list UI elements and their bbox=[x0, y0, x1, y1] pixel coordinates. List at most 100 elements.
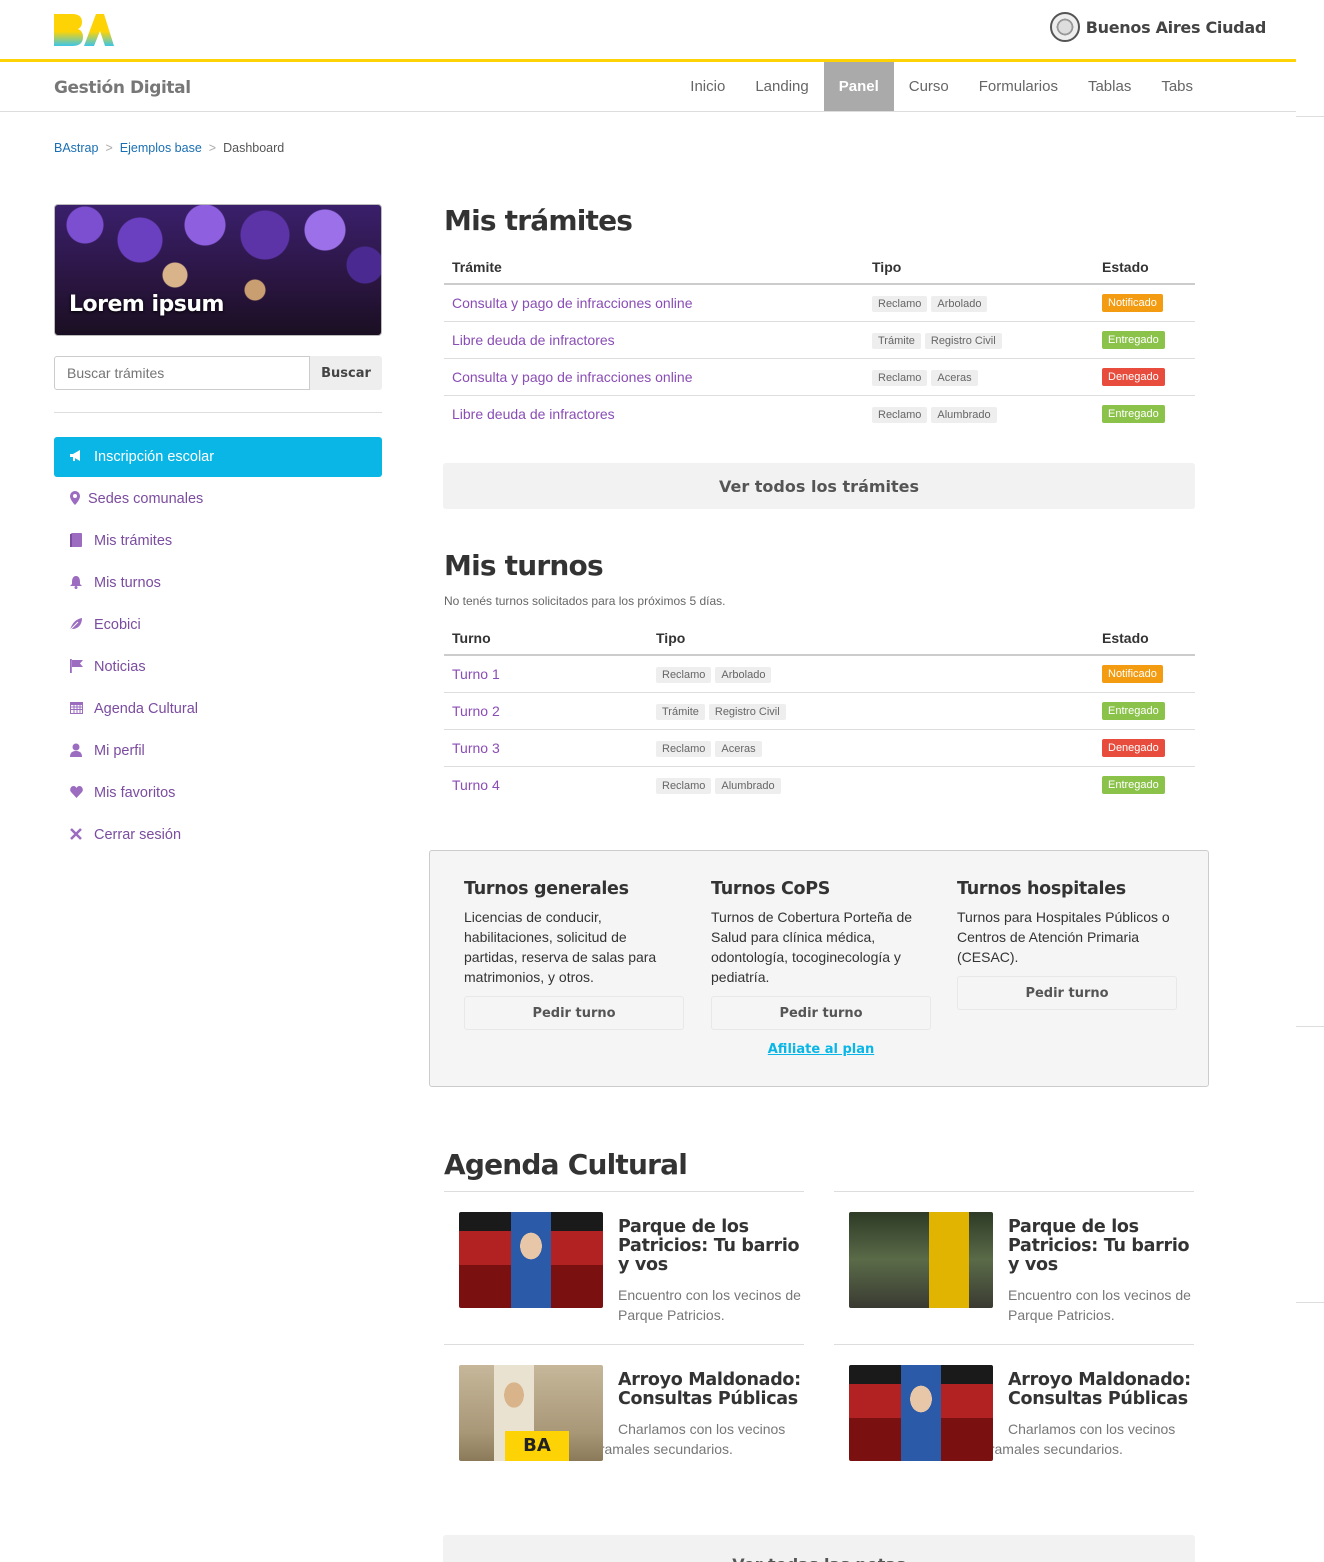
card-title: Arroyo Maldonado: Consultas Públicas bbox=[618, 1370, 801, 1409]
type-tag: Reclamo bbox=[872, 406, 928, 423]
turno-link[interactable]: Turno 4 bbox=[452, 777, 500, 793]
sidebar-item-label: Noticias bbox=[94, 659, 146, 675]
city-name: Buenos Aires Ciudad bbox=[1085, 17, 1267, 37]
type-tag: Reclamo bbox=[656, 777, 712, 794]
ver-todas-notas-button[interactable]: Ver todas las notas bbox=[443, 1535, 1195, 1562]
speaker-image: BA bbox=[459, 1365, 603, 1461]
sidebar-item-inscripcion[interactable]: Inscripción escolar bbox=[54, 437, 382, 477]
leaf-icon bbox=[68, 617, 84, 634]
ver-todos-tramites-button[interactable]: Ver todos los trámites bbox=[443, 463, 1195, 509]
card-title: Parque de los Patricios: Tu barrio y vos bbox=[1008, 1217, 1190, 1275]
type-tag: Aceras bbox=[931, 369, 978, 386]
sidebar-item-label: Ecobici bbox=[94, 617, 141, 633]
section-title-turnos: Mis turnos bbox=[444, 549, 604, 582]
status-badge: Denegado bbox=[1102, 739, 1165, 757]
column-header: Tipo bbox=[648, 624, 1094, 656]
tramite-link[interactable]: Libre deuda de infractores bbox=[452, 406, 615, 422]
type-tag: Reclamo bbox=[656, 740, 712, 757]
nav-tablas[interactable]: Tablas bbox=[1073, 62, 1146, 111]
card-title: Turnos CoPS bbox=[711, 879, 831, 899]
book-icon bbox=[68, 532, 84, 550]
table-header-row: Turno Tipo Estado bbox=[444, 624, 1195, 656]
agenda-card[interactable]: Parque de los Patricios: Tu barrio y vos… bbox=[834, 1191, 1194, 1325]
sidebar-item-tramites[interactable]: Mis trámites bbox=[54, 521, 382, 561]
sidebar-item-favoritos[interactable]: Mis favoritos bbox=[54, 773, 382, 813]
turnos-generales-card: Turnos generales Licencias de conducir, … bbox=[464, 879, 684, 1030]
search-input[interactable] bbox=[54, 356, 310, 390]
breadcrumb-separator: > bbox=[105, 141, 113, 155]
edge-divider bbox=[1296, 1302, 1324, 1303]
sidebar-item-perfil[interactable]: Mi perfil bbox=[54, 731, 382, 771]
sidebar-item-cerrar-sesion[interactable]: Cerrar sesión bbox=[54, 815, 382, 855]
nav-tabs[interactable]: Tabs bbox=[1146, 62, 1208, 111]
flag-icon bbox=[68, 658, 84, 676]
sidebar-item-label: Mi perfil bbox=[94, 743, 145, 759]
nav-landing[interactable]: Landing bbox=[740, 62, 823, 111]
pedir-turno-button[interactable]: Pedir turno bbox=[464, 996, 684, 1030]
column-header: Turno bbox=[444, 624, 648, 656]
afiliate-link[interactable]: Afiliate al plan bbox=[711, 1042, 931, 1057]
tramite-link[interactable]: Consulta y pago de infracciones online bbox=[452, 295, 693, 311]
sidebar-item-sedes[interactable]: Sedes comunales bbox=[54, 479, 382, 519]
search-form: Buscar bbox=[54, 356, 382, 390]
card-text: Licencias de conducir, habilitaciones, s… bbox=[464, 909, 657, 985]
agenda-card[interactable]: Parque de los Patricios: Tu barrio y vos… bbox=[444, 1191, 804, 1325]
sidebar-menu: Inscripción escolar Sedes comunales Mis … bbox=[54, 437, 382, 855]
column-header: Estado bbox=[1094, 253, 1195, 285]
nav-panel[interactable]: Panel bbox=[823, 62, 894, 111]
sidebar-item-label: Inscripción escolar bbox=[94, 449, 215, 465]
card-title: Turnos hospitales bbox=[957, 879, 1126, 899]
edge-divider bbox=[1296, 116, 1324, 117]
agenda-card[interactable]: BA Arroyo Maldonado: Consultas Públicas … bbox=[444, 1344, 804, 1461]
section-title-agenda: Agenda Cultural bbox=[444, 1148, 688, 1181]
status-badge: Entregado bbox=[1102, 702, 1165, 720]
type-tag: Reclamo bbox=[656, 666, 712, 683]
card-title: Turnos generales bbox=[464, 879, 629, 899]
type-tag: Aceras bbox=[715, 740, 762, 757]
breadcrumb-separator: > bbox=[208, 141, 217, 155]
breadcrumb-bastrap[interactable]: BAstrap bbox=[54, 141, 98, 155]
table-header-row: Trámite Tipo Estado bbox=[444, 253, 1195, 285]
heart-icon bbox=[68, 785, 84, 801]
promo-card[interactable]: Lorem ipsum bbox=[54, 204, 382, 336]
type-tag: Arbolado bbox=[931, 295, 988, 312]
sidebar-item-label: Sedes comunales bbox=[88, 491, 204, 507]
map-marker-icon bbox=[70, 490, 80, 508]
sidebar-item-agenda[interactable]: Agenda Cultural bbox=[54, 689, 382, 729]
type-tag: Registro Civil bbox=[708, 703, 786, 720]
nav-inicio[interactable]: Inicio bbox=[675, 62, 740, 111]
breadcrumb: BAstrap > Ejemplos base > Dashboard bbox=[54, 141, 284, 155]
sidebar-item-label: Mis favoritos bbox=[94, 785, 176, 801]
column-header: Estado bbox=[1094, 624, 1195, 656]
turno-link[interactable]: Turno 1 bbox=[452, 666, 500, 682]
card-title: Arroyo Maldonado: Consultas Públicas bbox=[1008, 1370, 1191, 1409]
status-badge: Denegado bbox=[1102, 368, 1165, 386]
breadcrumb-ejemplos[interactable]: Ejemplos base bbox=[120, 141, 202, 155]
search-button[interactable]: Buscar bbox=[310, 356, 382, 390]
ba-logo[interactable] bbox=[54, 14, 114, 46]
turnos-cops-card: Turnos CoPS Turnos de Cobertura Porteña … bbox=[711, 879, 931, 1057]
card-text: Encuentro con los vecinos de Parque Patr… bbox=[1008, 1287, 1191, 1323]
navbar: Gestión Digital Inicio Landing Panel Cur… bbox=[0, 62, 1296, 112]
top-header: Buenos Aires Ciudad bbox=[0, 0, 1296, 62]
type-tag: Alumbrado bbox=[931, 406, 997, 423]
brand-name[interactable]: Gestión Digital bbox=[54, 78, 191, 98]
agenda-card[interactable]: Arroyo Maldonado: Consultas Públicas Cha… bbox=[834, 1344, 1194, 1461]
sidebar-item-turnos[interactable]: Mis turnos bbox=[54, 563, 382, 603]
turnos-options-panel: Turnos generales Licencias de conducir, … bbox=[429, 850, 1209, 1087]
excavator-image bbox=[849, 1212, 993, 1308]
type-tag: Trámite bbox=[872, 332, 921, 349]
table-row: Consulta y pago de infracciones online R… bbox=[444, 358, 1195, 396]
sidebar-item-noticias[interactable]: Noticias bbox=[54, 647, 382, 687]
sidebar-item-ecobici[interactable]: Ecobici bbox=[54, 605, 382, 645]
turno-link[interactable]: Turno 2 bbox=[452, 703, 500, 719]
pedir-turno-button[interactable]: Pedir turno bbox=[957, 976, 1177, 1010]
nav-curso[interactable]: Curso bbox=[894, 62, 964, 111]
pedir-turno-button[interactable]: Pedir turno bbox=[711, 996, 931, 1030]
tramite-link[interactable]: Libre deuda de infractores bbox=[452, 332, 615, 348]
nav-formularios[interactable]: Formularios bbox=[964, 62, 1073, 111]
turno-link[interactable]: Turno 3 bbox=[452, 740, 500, 756]
tramite-link[interactable]: Consulta y pago de infracciones online bbox=[452, 369, 693, 385]
city-logo[interactable]: Buenos Aires Ciudad bbox=[1049, 12, 1267, 42]
type-tag: Registro Civil bbox=[924, 332, 1002, 349]
